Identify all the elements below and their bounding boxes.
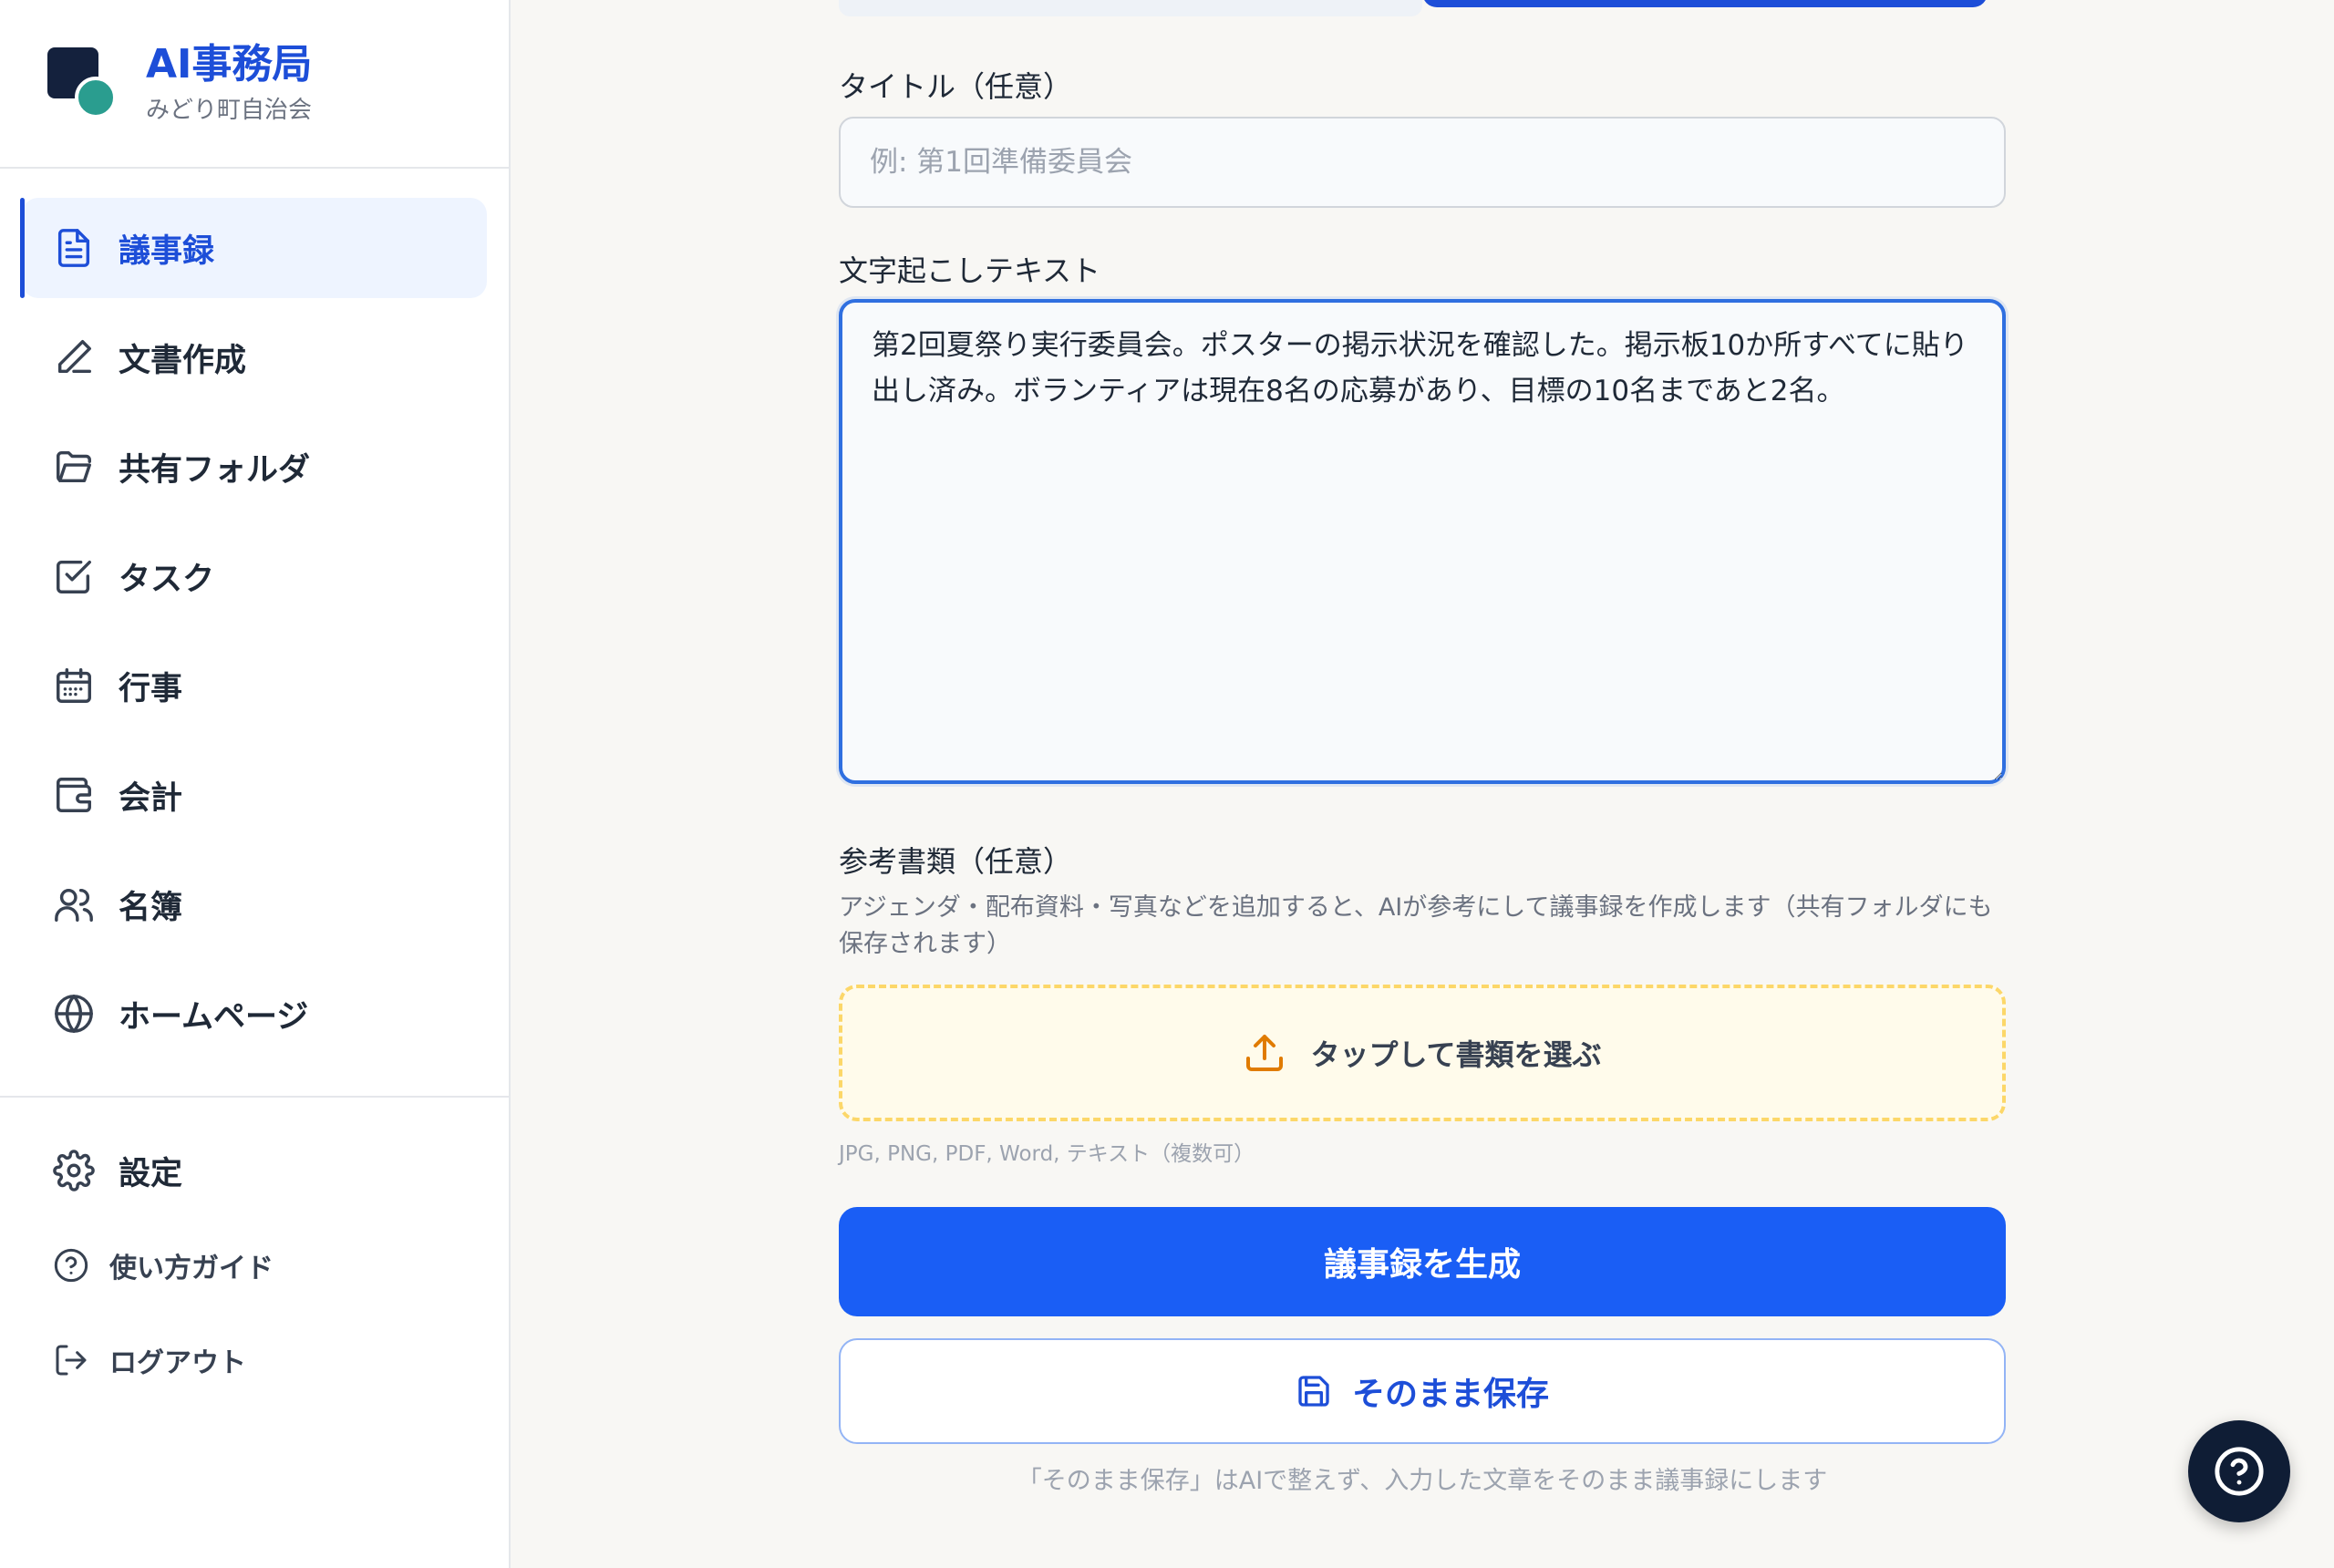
upload-icon [1246,1035,1284,1071]
sidebar-item-events[interactable]: 行事 [22,635,487,736]
brand-subtitle: みどり町自治会 [146,97,313,125]
folder-icon [57,450,91,483]
sidebar-item-logout[interactable]: ログアウト [22,1313,487,1408]
sidebar-item-label: タスク [119,561,215,598]
help-circle-icon [2215,1447,2264,1496]
sidebar-item-roster[interactable]: 名簿 [22,854,487,954]
sidebar-item-shared-folder[interactable]: 共有フォルダ [22,417,487,517]
mode-tabs [839,0,1998,18]
sidebar-item-guide[interactable]: 使い方ガイド [22,1218,487,1313]
save-icon [1298,1376,1329,1407]
sidebar-item-label: 文書作成 [119,342,247,379]
file-dropzone[interactable]: タップして書類を選ぶ [839,985,2006,1121]
checkbox-icon [57,560,91,593]
save-button-label: そのまま保存 [1351,1376,1549,1413]
sidebar-item-label: 設定 [119,1155,183,1192]
help-fab-button[interactable] [2188,1420,2290,1522]
sidebar-item-label: ログアウト [109,1347,246,1379]
save-note: 「そのまま保存」はAIで整えず、入力した文章をそのまま議事録にします [1017,1467,1828,1495]
bottom-nav: 設定 使い方ガイド ログアウト [0,1098,509,1408]
sidebar: AI事務局 みどり町自治会 議事録 文書作成 共有フォルダ タスク 行事 会計 … [0,0,511,1568]
sidebar-item-label: 議事録 [119,232,215,270]
document-icon [57,229,90,267]
wallet-icon [57,778,91,812]
sidebar-item-label: 使い方ガイド [109,1253,274,1284]
main-nav: 議事録 文書作成 共有フォルダ タスク 行事 会計 名簿 ホームページ [0,169,509,1098]
sidebar-item-tasks[interactable]: タスク [22,526,487,626]
transcript-textarea[interactable]: 第2回夏祭り実行委員会。ポスターの掲示状況を確認した。掲示板10か所すべてに貼り… [839,299,2006,784]
mode-tab-inactive[interactable] [839,0,1422,16]
sidebar-item-minutes[interactable]: 議事録 [20,198,487,298]
sidebar-item-documents[interactable]: 文書作成 [22,307,487,407]
gear-icon [53,1150,95,1191]
sidebar-item-settings[interactable]: 設定 [22,1123,487,1218]
app-logo [47,46,120,120]
sidebar-item-homepage[interactable]: ホームページ [22,964,487,1064]
calendar-icon [57,668,91,703]
sidebar-item-accounting[interactable]: 会計 [22,745,487,845]
reference-label: 参考書類（任意） [839,844,1073,879]
sidebar-item-label: 名簿 [119,889,183,926]
generate-minutes-button[interactable]: 議事録を生成 [839,1207,2006,1316]
main-content: タイトル（任意） 文字起こしテキスト 第2回夏祭り実行委員会。ポスターの掲示状況… [511,0,2334,1568]
title-label: タイトル（任意） [839,69,1073,104]
dropzone-label: タップして書類を選ぶ [1310,1037,1602,1072]
mode-tab-active[interactable] [1422,0,1988,7]
users-icon [55,888,93,922]
help-circle-icon [54,1248,88,1283]
save-as-is-button[interactable]: そのまま保存 [839,1338,2006,1444]
pencil-icon [57,340,91,374]
transcript-label: 文字起こしテキスト [839,253,1101,288]
app-root: AI事務局 みどり町自治会 議事録 文書作成 共有フォルダ タスク 行事 会計 … [0,0,2334,1568]
brand-header: AI事務局 みどり町自治会 [0,0,509,169]
sidebar-item-label: 会計 [119,779,183,817]
reference-description: アジェンダ・配布資料・写真などを追加すると、AIが参考にして議事録を作成します（… [839,893,1993,958]
brand-title: AI事務局 [146,40,313,88]
sidebar-item-label: 共有フォルダ [119,451,311,489]
sidebar-item-label: ホームページ [119,998,309,1036]
sidebar-item-label: 行事 [119,670,183,707]
title-input[interactable] [839,117,2006,208]
globe-icon [55,995,93,1033]
logout-icon [56,1345,87,1376]
file-formats-hint: JPG, PNG, PDF, Word, テキスト（複数可） [839,1142,1255,1166]
